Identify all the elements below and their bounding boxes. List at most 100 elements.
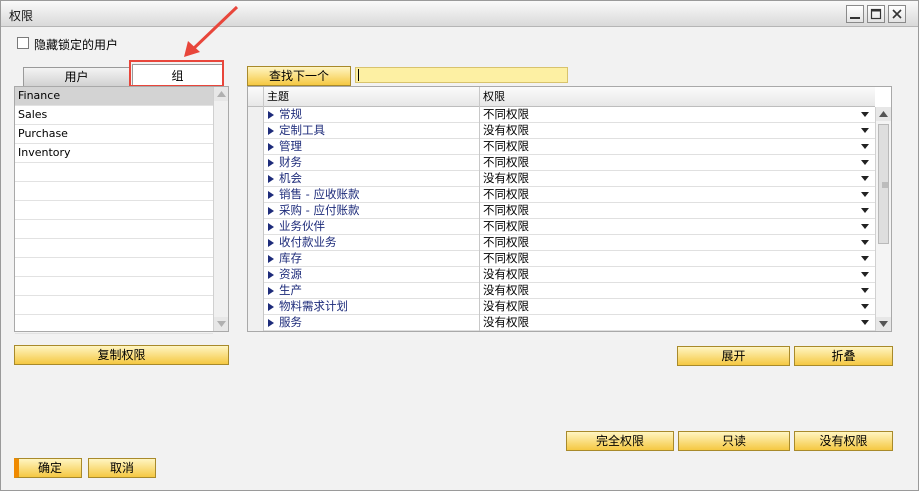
subject-cell[interactable]: 机会 <box>264 171 480 187</box>
read-only-button[interactable]: 只读 <box>678 431 790 451</box>
find-input[interactable] <box>355 67 568 83</box>
subject-cell[interactable]: 采购 - 应付账款 <box>264 203 480 219</box>
permission-dropdown[interactable]: 没有权限 <box>480 123 875 139</box>
grid-row[interactable]: 服务 没有权限 <box>248 315 875 331</box>
full-authorization-button[interactable]: 完全权限 <box>566 431 674 451</box>
expand-triangle-icon[interactable] <box>268 191 274 199</box>
dropdown-arrow-icon[interactable] <box>861 240 869 245</box>
group-list-empty-row[interactable] <box>15 163 213 182</box>
grid-scroll-thumb[interactable] <box>878 124 889 244</box>
dropdown-arrow-icon[interactable] <box>861 128 869 133</box>
permission-dropdown[interactable]: 没有权限 <box>480 171 875 187</box>
subject-cell[interactable]: 定制工具 <box>264 123 480 139</box>
group-list-empty-row[interactable] <box>15 258 213 277</box>
group-list-item[interactable]: Inventory <box>15 144 213 163</box>
permission-dropdown[interactable]: 没有权限 <box>480 299 875 315</box>
group-list-empty-row[interactable] <box>15 315 213 334</box>
grid-row[interactable]: 库存 不同权限 <box>248 251 875 267</box>
expand-triangle-icon[interactable] <box>268 223 274 231</box>
subject-cell[interactable]: 资源 <box>264 267 480 283</box>
group-list-empty-row[interactable] <box>15 201 213 220</box>
permission-dropdown[interactable]: 没有权限 <box>480 283 875 299</box>
header-permission[interactable]: 权限 <box>480 87 875 107</box>
group-list-empty-row[interactable] <box>15 277 213 296</box>
row-selector[interactable] <box>248 299 264 315</box>
subject-cell[interactable]: 收付款业务 <box>264 235 480 251</box>
group-list-item[interactable]: Sales <box>15 106 213 125</box>
grid-row[interactable]: 采购 - 应付账款 不同权限 <box>248 203 875 219</box>
expand-triangle-icon[interactable] <box>268 271 274 279</box>
permission-dropdown[interactable]: 不同权限 <box>480 235 875 251</box>
row-selector[interactable] <box>248 315 264 331</box>
grid-row[interactable]: 定制工具 没有权限 <box>248 123 875 139</box>
grid-scroll-up-button[interactable] <box>876 107 891 121</box>
subject-cell[interactable]: 物料需求计划 <box>264 299 480 315</box>
scroll-down-button[interactable] <box>214 317 228 331</box>
subject-cell[interactable]: 生产 <box>264 283 480 299</box>
dropdown-arrow-icon[interactable] <box>861 224 869 229</box>
dropdown-arrow-icon[interactable] <box>861 144 869 149</box>
group-list-empty-row[interactable] <box>15 296 213 315</box>
expand-triangle-icon[interactable] <box>268 111 274 119</box>
expand-triangle-icon[interactable] <box>268 159 274 167</box>
dropdown-arrow-icon[interactable] <box>861 160 869 165</box>
grid-row[interactable]: 销售 - 应收账款 不同权限 <box>248 187 875 203</box>
no-authorization-button[interactable]: 没有权限 <box>794 431 893 451</box>
permission-dropdown[interactable]: 不同权限 <box>480 107 875 123</box>
row-selector[interactable] <box>248 203 264 219</box>
permission-dropdown[interactable]: 没有权限 <box>480 267 875 283</box>
row-selector[interactable] <box>248 267 264 283</box>
grid-row[interactable]: 管理 不同权限 <box>248 139 875 155</box>
dropdown-arrow-icon[interactable] <box>861 192 869 197</box>
close-button[interactable] <box>888 5 906 23</box>
group-list-scrollbar[interactable] <box>213 87 228 331</box>
group-list-empty-row[interactable] <box>15 220 213 239</box>
expand-triangle-icon[interactable] <box>268 255 274 263</box>
row-selector[interactable] <box>248 139 264 155</box>
permission-dropdown[interactable]: 不同权限 <box>480 139 875 155</box>
grid-row[interactable]: 机会 没有权限 <box>248 171 875 187</box>
expand-triangle-icon[interactable] <box>268 175 274 183</box>
grid-row[interactable]: 物料需求计划 没有权限 <box>248 299 875 315</box>
dropdown-arrow-icon[interactable] <box>861 288 869 293</box>
group-list-item[interactable]: Purchase <box>15 125 213 144</box>
ok-button[interactable]: 确定 <box>14 458 82 478</box>
dropdown-arrow-icon[interactable] <box>861 256 869 261</box>
grid-scroll-down-button[interactable] <box>876 317 891 331</box>
permission-dropdown[interactable]: 不同权限 <box>480 187 875 203</box>
subject-cell[interactable]: 服务 <box>264 315 480 331</box>
row-selector[interactable] <box>248 219 264 235</box>
dropdown-arrow-icon[interactable] <box>861 176 869 181</box>
row-selector[interactable] <box>248 235 264 251</box>
subject-cell[interactable]: 常规 <box>264 107 480 123</box>
row-selector[interactable] <box>248 155 264 171</box>
scroll-up-button[interactable] <box>214 87 228 101</box>
tab-users[interactable]: 用户 <box>23 67 130 87</box>
copy-permissions-button[interactable]: 复制权限 <box>14 345 229 365</box>
subject-cell[interactable]: 销售 - 应收账款 <box>264 187 480 203</box>
permission-dropdown[interactable]: 没有权限 <box>480 315 875 331</box>
subject-cell[interactable]: 管理 <box>264 139 480 155</box>
expand-triangle-icon[interactable] <box>268 207 274 215</box>
row-selector[interactable] <box>248 171 264 187</box>
expand-triangle-icon[interactable] <box>268 239 274 247</box>
group-list-item[interactable]: Finance <box>15 87 213 106</box>
row-selector[interactable] <box>248 123 264 139</box>
grid-row[interactable]: 常规 不同权限 <box>248 107 875 123</box>
subject-cell[interactable]: 财务 <box>264 155 480 171</box>
permission-dropdown[interactable]: 不同权限 <box>480 251 875 267</box>
group-list-empty-row[interactable] <box>15 239 213 258</box>
grid-scrollbar[interactable] <box>875 107 891 331</box>
row-selector[interactable] <box>248 107 264 123</box>
grid-row[interactable]: 财务 不同权限 <box>248 155 875 171</box>
subject-cell[interactable]: 库存 <box>264 251 480 267</box>
permission-dropdown[interactable]: 不同权限 <box>480 155 875 171</box>
hide-locked-users-checkbox[interactable] <box>17 37 29 49</box>
group-list-empty-row[interactable] <box>15 182 213 201</box>
grid-row[interactable]: 生产 没有权限 <box>248 283 875 299</box>
expand-triangle-icon[interactable] <box>268 319 274 327</box>
grid-row[interactable]: 业务伙伴 不同权限 <box>248 219 875 235</box>
expand-triangle-icon[interactable] <box>268 287 274 295</box>
dropdown-arrow-icon[interactable] <box>861 208 869 213</box>
collapse-button[interactable]: 折叠 <box>794 346 893 366</box>
